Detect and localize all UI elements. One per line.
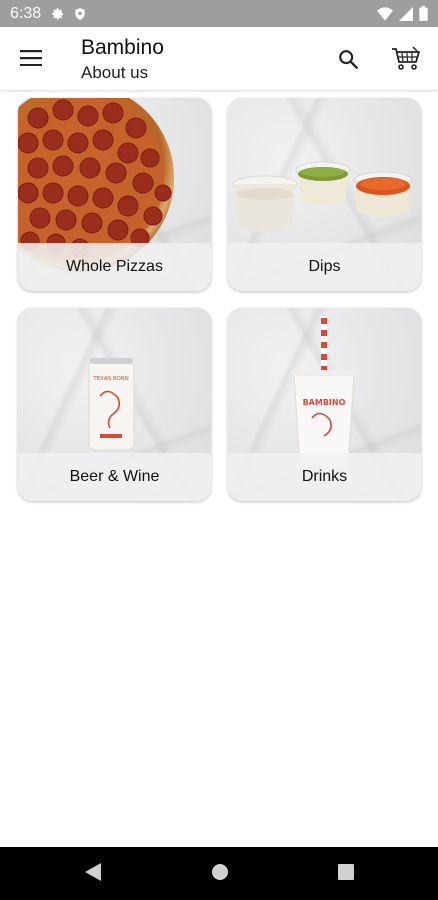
- back-icon: [85, 863, 101, 881]
- category-label-band: Whole Pizzas: [18, 243, 211, 291]
- status-time: 6:38: [10, 4, 42, 22]
- status-bar: 6:38: [0, 0, 438, 27]
- signal-icon: [399, 6, 413, 21]
- category-label: Beer & Wine: [69, 468, 160, 485]
- recents-button[interactable]: [336, 861, 356, 887]
- wifi-icon: [377, 6, 393, 21]
- cart-icon: [392, 46, 420, 70]
- gear-icon: [52, 7, 64, 20]
- about-us-link[interactable]: About us: [81, 62, 164, 84]
- category-label: Dips: [308, 258, 341, 275]
- category-card-drinks[interactable]: BAMBINO Drinks: [228, 308, 421, 501]
- home-button[interactable]: [210, 861, 230, 887]
- menu-icon: [20, 50, 42, 66]
- category-label-band: Beer & Wine: [18, 453, 211, 501]
- category-label: Drinks: [301, 468, 348, 485]
- cart-button[interactable]: [390, 43, 422, 73]
- search-icon: [339, 50, 358, 69]
- recents-icon: [338, 864, 354, 880]
- cup-brand-text: BAMBINO: [303, 398, 346, 407]
- category-card-beer-wine[interactable]: TEXAS BORN Beer & Wine: [18, 308, 211, 501]
- system-nav-bar: [0, 847, 438, 900]
- app-bar: Bambino About us: [0, 27, 438, 91]
- category-card-whole-pizzas[interactable]: Whole Pizzas: [18, 98, 211, 291]
- category-label-band: Dips: [228, 243, 421, 291]
- home-icon: [212, 864, 228, 880]
- screen: 6:38 Bambino About us Whole Pizzas Dips …: [0, 0, 438, 900]
- search-button[interactable]: [334, 45, 362, 73]
- category-label: Whole Pizzas: [66, 258, 163, 275]
- title-block: Bambino About us: [81, 35, 164, 84]
- category-label-band: Drinks: [228, 453, 421, 501]
- back-button[interactable]: [83, 861, 103, 887]
- menu-button[interactable]: [14, 43, 48, 73]
- can-brand-text: TEXAS BORN: [92, 376, 129, 382]
- shield-icon: [75, 7, 85, 20]
- status-icons: [377, 6, 428, 21]
- app-title: Bambino: [81, 36, 164, 59]
- battery-icon: [419, 6, 428, 21]
- category-card-dips[interactable]: Dips: [228, 98, 421, 291]
